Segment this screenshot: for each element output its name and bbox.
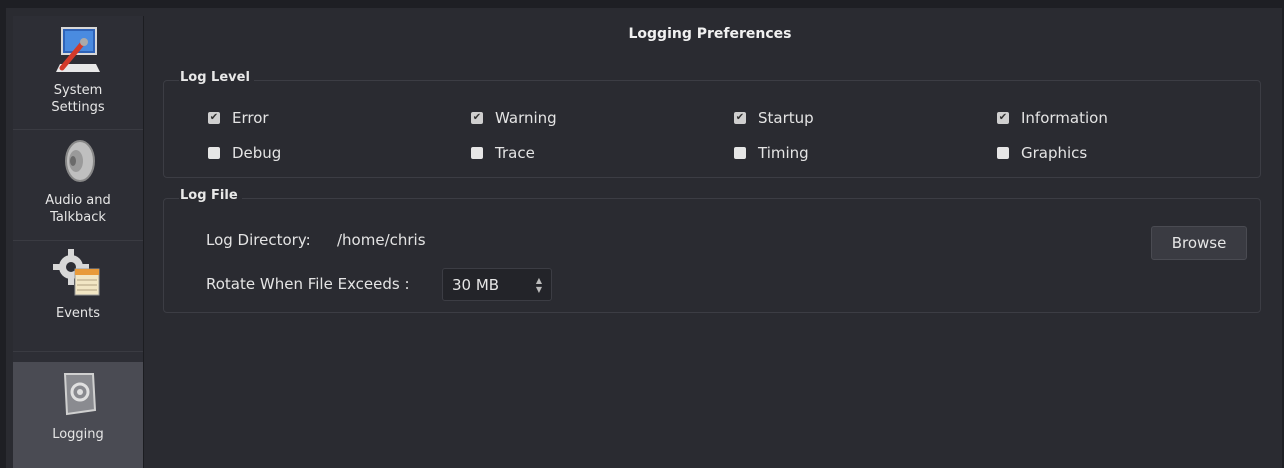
events-gear-icon: [51, 247, 105, 303]
checkbox-label: Debug: [232, 144, 282, 162]
sidebar: System Settings Audio and Talkback Event…: [13, 16, 144, 468]
sidebar-item-label: Logging: [52, 427, 104, 442]
checkbox-debug[interactable]: Debug: [208, 144, 281, 162]
checkbox-unchecked-icon: [208, 147, 220, 159]
checkbox-label: Trace: [495, 144, 535, 162]
sidebar-item-label: System Settings: [51, 83, 105, 115]
log-directory-label: Log Directory:: [206, 231, 311, 249]
checkbox-error[interactable]: ✔ Error: [208, 109, 269, 127]
log-level-group: Log Level ✔ Error ✔ Warning ✔ Startup ✔ …: [163, 70, 1261, 178]
rotate-size-value[interactable]: 30 MB: [452, 276, 531, 294]
checkbox-unchecked-icon: [997, 147, 1009, 159]
log-file-group: Log File Log Directory: /home/chris Brow…: [163, 188, 1261, 313]
checkbox-unchecked-icon: [471, 147, 483, 159]
checkbox-checked-icon: ✔: [734, 112, 746, 124]
sidebar-item-events[interactable]: Events: [13, 241, 143, 352]
log-level-title: Log Level: [179, 70, 254, 85]
rotate-label: Rotate When File Exceeds :: [206, 275, 410, 293]
rotate-size-spinbox[interactable]: 30 MB ▲ ▼: [442, 268, 552, 301]
log-directory-value: /home/chris: [337, 231, 426, 249]
log-file-title: Log File: [179, 188, 242, 203]
checkbox-startup[interactable]: ✔ Startup: [734, 109, 814, 127]
spin-arrows-icon[interactable]: ▲ ▼: [531, 271, 547, 298]
checkbox-checked-icon: ✔: [471, 112, 483, 124]
checkbox-label: Error: [232, 109, 269, 127]
checkbox-warning[interactable]: ✔ Warning: [471, 109, 557, 127]
speaker-icon: [58, 136, 98, 190]
checkbox-label: Startup: [758, 109, 814, 127]
sidebar-item-label: Audio and Talkback: [45, 193, 111, 225]
sidebar-item-system-settings[interactable]: System Settings: [13, 16, 143, 130]
page-title: Logging Preferences: [628, 26, 792, 42]
checkbox-checked-icon: ✔: [208, 112, 220, 124]
checkbox-unchecked-icon: [734, 147, 746, 159]
checkbox-label: Warning: [495, 109, 557, 127]
sidebar-item-label: Events: [55, 306, 100, 321]
checkbox-information[interactable]: ✔ Information: [997, 109, 1108, 127]
checkbox-graphics[interactable]: Graphics: [997, 144, 1087, 162]
checkbox-trace[interactable]: Trace: [471, 144, 535, 162]
checkbox-label: Graphics: [1021, 144, 1088, 162]
checkbox-checked-icon: ✔: [997, 112, 1009, 124]
sidebar-item-audio-talkback[interactable]: Audio and Talkback: [13, 130, 143, 241]
checkbox-label: Information: [1021, 109, 1108, 127]
browse-button[interactable]: Browse: [1151, 226, 1247, 260]
system-settings-icon: [54, 24, 102, 80]
checkbox-timing[interactable]: Timing: [734, 144, 809, 162]
sidebar-item-logging[interactable]: Logging: [13, 362, 143, 468]
checkbox-label: Timing: [758, 144, 809, 162]
logging-icon: [57, 370, 99, 422]
